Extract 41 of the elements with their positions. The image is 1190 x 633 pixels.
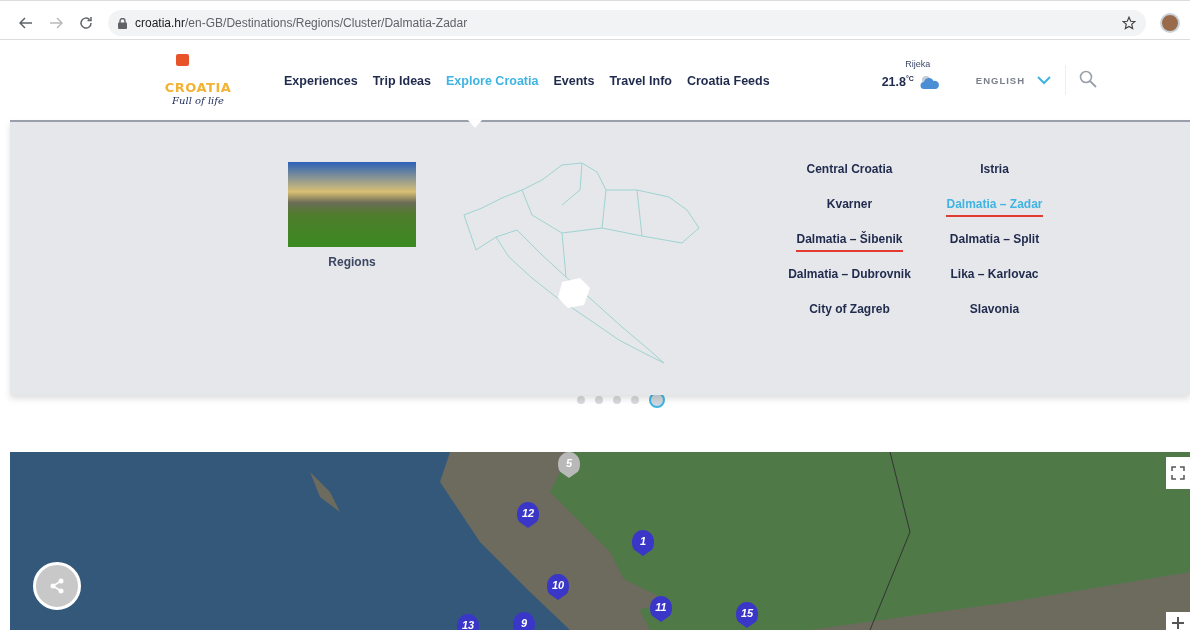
region-link[interactable]: Lika – Karlovac [950, 267, 1039, 287]
cloud-icon [919, 74, 940, 90]
region-link[interactable]: Dalmatia – Šibenik [796, 232, 903, 252]
region-link[interactable]: Central Croatia [806, 162, 893, 182]
nav-link[interactable]: Experiences [284, 74, 358, 88]
arrow-left-icon [19, 16, 33, 30]
fullscreen-button[interactable] [1166, 457, 1190, 489]
region-link[interactable]: City of Zagreb [809, 302, 890, 322]
region-link[interactable]: Dalmatia – Split [949, 232, 1040, 252]
url-text: croatia.hr/en-GB/Destinations/Regions/Cluster/Dalmatia-Zadar [135, 16, 468, 30]
address-bar[interactable]: croatia.hr/en-GB/Destinations/Regions/Cluster/Dalmatia-Zadar [108, 10, 1146, 36]
back-button[interactable] [18, 15, 34, 31]
fullscreen-icon [1171, 466, 1185, 480]
share-icon [48, 577, 66, 595]
region-link[interactable]: Istria [980, 162, 1009, 182]
region-link[interactable]: Kvarner [826, 197, 873, 217]
bookmark-star-icon[interactable] [1122, 16, 1136, 30]
reload-button[interactable] [78, 15, 94, 31]
chevron-down-icon [1037, 75, 1052, 85]
plus-icon [1172, 617, 1184, 629]
carousel-dot[interactable] [577, 396, 585, 404]
carousel-dot[interactable] [631, 396, 639, 404]
temperature: 21.8$^{°C}$ [881, 74, 914, 90]
search-icon [1079, 70, 1098, 88]
nav-link[interactable]: Travel Info [609, 74, 672, 88]
carousel-dot[interactable] [595, 396, 603, 404]
search-button[interactable] [1078, 70, 1099, 90]
nav-link[interactable]: Trip Ideas [372, 74, 432, 88]
arrow-right-icon [49, 16, 63, 30]
reload-icon [79, 16, 93, 30]
lock-icon [118, 17, 127, 29]
profile-avatar[interactable] [1160, 13, 1180, 33]
weather-city: Rijeka [905, 58, 931, 69]
region-link[interactable]: Slavonia [969, 302, 1020, 322]
language-selector[interactable]: ENGLISH [975, 65, 1067, 95]
region-link[interactable]: Dalmatia – Dubrovnik [788, 267, 911, 287]
croatia-logo[interactable]: CROATIA Full of life [158, 54, 238, 106]
carousel-dot[interactable] [613, 396, 621, 404]
regions-card[interactable]: Regions [288, 162, 416, 395]
nav-link[interactable]: Croatia Feeds [686, 74, 770, 88]
nav-link[interactable]: Events [553, 74, 595, 88]
